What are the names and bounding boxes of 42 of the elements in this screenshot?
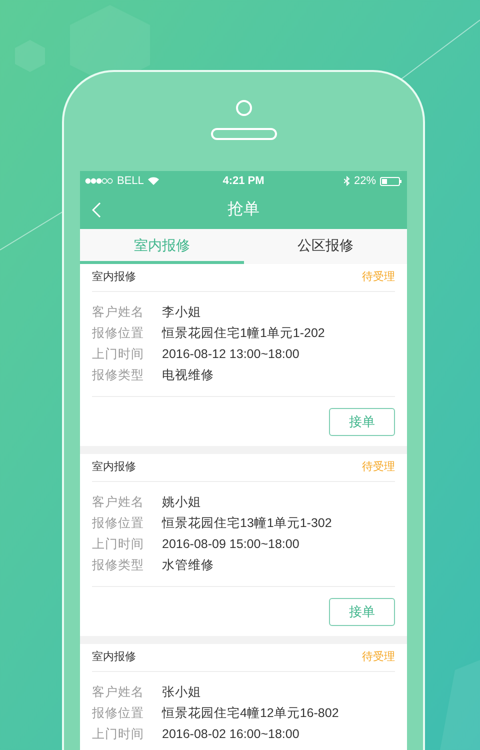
battery-icon [380,176,402,186]
back-icon[interactable] [92,202,101,218]
field-value: 水管维修 [162,557,214,574]
field-value: 李小姐 [162,304,201,322]
field-value: 张小姐 [162,684,201,702]
field-value: 2016-08-09 15:00~18:00 [162,536,300,554]
order-category: 室内报修 [92,270,136,286]
field-label: 上门时间 [92,346,145,364]
signal-icon [85,178,113,184]
speaker-icon [210,128,276,140]
order-status: 待受理 [362,650,395,666]
order-status: 待受理 [362,270,395,286]
field-label: 报修位置 [92,515,145,532]
field-label: 客户姓名 [92,684,145,702]
field-label: 报修位置 [92,705,145,722]
battery-percent: 22% [354,174,376,189]
field-label: 上门时间 [92,536,145,554]
field-value: 恒景花园住宅13幢1单元1-302 [162,515,332,532]
tab[interactable]: 公区报修 [244,229,407,264]
accept-button[interactable]: 接单 [329,408,395,436]
field-label: 客户姓名 [92,494,145,512]
field-label: 上门时间 [92,726,145,744]
order-status: 待受理 [362,460,395,476]
status-time: 4:21 PM [222,174,264,189]
field-label: 报修类型 [92,367,145,384]
field-value: 姚小姐 [162,494,201,512]
bluetooth-icon [344,176,350,186]
field-value: 2016-08-12 13:00~18:00 [162,346,300,364]
carrier-name: BELL [117,174,144,189]
camera-icon [236,100,252,116]
page-title: 抢单 [228,200,260,220]
field-value: 恒景花园住宅1幢1单元1-202 [162,325,325,342]
field-value: 电视维修 [162,367,214,384]
order-category: 室内报修 [92,650,136,666]
field-value: 恒景花园住宅4幢12单元16-802 [162,705,339,722]
field-label: 报修类型 [92,557,145,574]
field-label: 报修位置 [92,325,145,342]
field-value: 2016-08-02 16:00~18:00 [162,726,300,744]
wifi-icon [148,177,159,185]
accept-button[interactable]: 接单 [329,598,395,626]
order-category: 室内报修 [92,460,136,476]
field-label: 客户姓名 [92,304,145,322]
